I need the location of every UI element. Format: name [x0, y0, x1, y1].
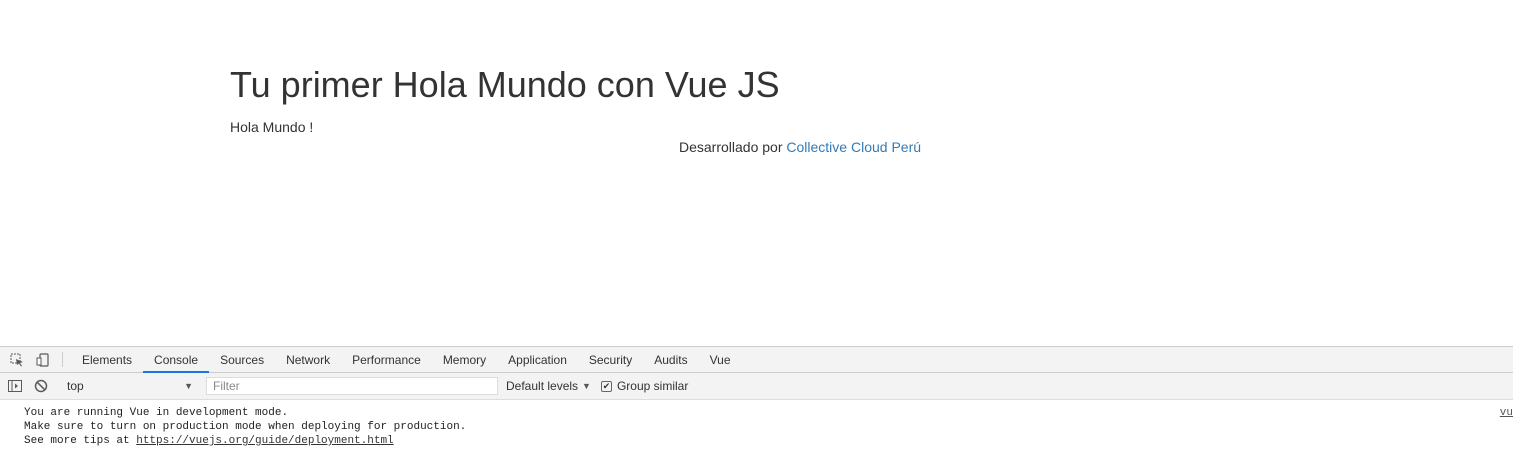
- clear-console-icon[interactable]: [28, 379, 54, 393]
- show-sidebar-icon[interactable]: [2, 380, 28, 392]
- console-message-line: Make sure to turn on production mode whe…: [24, 421, 467, 433]
- tab-network[interactable]: Network: [275, 347, 341, 372]
- tab-label: Audits: [654, 352, 688, 367]
- deployment-guide-link[interactable]: https://vuejs.org/guide/deployment.html: [136, 435, 393, 447]
- devtools-panel: Elements Console Sources Network Perform…: [0, 346, 1513, 461]
- console-toolbar: top ▼ Default levels ▼ ✔ Group similar: [0, 373, 1513, 400]
- filter-input[interactable]: [211, 378, 497, 394]
- console-output: You are running Vue in development mode.…: [0, 400, 1513, 448]
- tab-console[interactable]: Console: [143, 347, 210, 373]
- tab-audits[interactable]: Audits: [643, 347, 698, 372]
- tab-label: Application: [508, 352, 567, 367]
- tab-security[interactable]: Security: [578, 347, 643, 372]
- group-similar-checkbox[interactable]: ✔: [600, 380, 612, 392]
- console-message-line: You are running Vue in development mode.: [24, 407, 289, 419]
- tab-memory[interactable]: Memory: [432, 347, 497, 372]
- levels-label: Default levels: [506, 379, 579, 393]
- tips-prefix: See more tips at: [24, 435, 137, 447]
- group-similar-toggle[interactable]: ✔ Group similar: [600, 379, 689, 393]
- console-message-line: See more tips at https://vuejs.org/guide…: [24, 434, 1513, 448]
- tab-label: Console: [154, 352, 199, 367]
- context-value: top: [67, 379, 84, 393]
- tab-label: Sources: [220, 352, 265, 367]
- group-similar-label: Group similar: [616, 379, 689, 393]
- context-selector[interactable]: top ▼: [61, 376, 199, 396]
- tab-label: Elements: [82, 352, 133, 367]
- filter-field[interactable]: [206, 377, 498, 395]
- page-title: Tu primer Hola Mundo con Vue JS: [230, 64, 780, 105]
- tab-elements[interactable]: Elements: [71, 347, 143, 372]
- chevron-down-icon: ▼: [184, 381, 193, 391]
- tab-sources[interactable]: Sources: [209, 347, 275, 372]
- tab-label: Memory: [442, 352, 487, 367]
- levels-dropdown[interactable]: Default levels ▼: [506, 379, 591, 393]
- tab-label: Network: [286, 352, 331, 367]
- page-viewport: Tu primer Hola Mundo con Vue JS Hola Mun…: [0, 0, 1513, 346]
- tab-label: Security: [588, 352, 633, 367]
- tab-vue[interactable]: Vue: [699, 347, 742, 372]
- collective-cloud-link[interactable]: Collective Cloud Perú: [786, 139, 921, 155]
- device-toolbar-icon[interactable]: [30, 347, 56, 372]
- tab-performance[interactable]: Performance: [341, 347, 432, 372]
- footer-prefix: Desarrollado por: [679, 139, 787, 155]
- devtools-tabbar: Elements Console Sources Network Perform…: [0, 346, 1513, 373]
- tab-label: Performance: [352, 352, 421, 367]
- chevron-down-icon: ▼: [582, 381, 591, 391]
- message-source-link[interactable]: vu: [1500, 406, 1513, 420]
- hello-message: Hola Mundo !: [230, 119, 314, 135]
- tab-label: Vue: [709, 352, 731, 367]
- tab-application[interactable]: Application: [497, 347, 578, 372]
- inspect-element-icon[interactable]: [4, 347, 30, 372]
- toolbar-divider: [62, 352, 63, 367]
- footer-credit: Desarrollado por Collective Cloud Perú: [679, 139, 921, 155]
